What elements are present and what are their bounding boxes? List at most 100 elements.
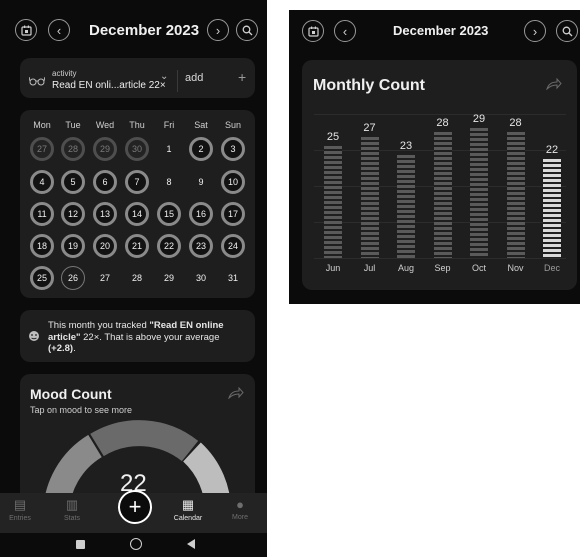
nav-entries[interactable]: ▤ Entries	[0, 497, 40, 522]
add-activity-plus-icon[interactable]: +	[238, 69, 246, 85]
calendar-day-7[interactable]: 7	[125, 170, 149, 194]
calendar-day-16[interactable]: 16	[189, 202, 213, 226]
search-button[interactable]	[556, 20, 578, 42]
monthly-count-chart[interactable]: 25 Jun 27 Jul 23 Aug 28 Sep 29 Oct 28 Nov 22 Dec	[302, 60, 577, 290]
bar-nov[interactable]	[506, 132, 525, 258]
insight-text: This month you tracked "Read EN online a…	[48, 320, 248, 355]
bottom-navigation: ▤ Entries ▥ Stats + ▦ Calendar ● More	[0, 490, 267, 533]
calendar-day-23[interactable]: 23	[189, 234, 213, 258]
weekday-thu: Thu	[129, 120, 145, 130]
nav-calendar[interactable]: ▦ Calendar	[168, 497, 208, 522]
calendar-day-2[interactable]: 2	[189, 137, 213, 161]
insight-delta: (+2.8)	[48, 343, 74, 354]
calendar-day-11[interactable]: 11	[30, 202, 54, 226]
calendar-grid: Mon Tue Wed Thu Fri Sat Sun 27 28 29 30 1 2 3 4 5 6 7 8 9 10…	[20, 110, 255, 298]
bar-aug[interactable]	[397, 154, 415, 258]
insight-post: .	[73, 343, 76, 354]
system-navigation-bar	[0, 533, 267, 557]
calendar-day-24[interactable]: 24	[221, 234, 245, 258]
bar-jul[interactable]	[360, 136, 379, 258]
month-title: December 2023	[89, 22, 200, 39]
nav-stats[interactable]: ▥ Stats	[52, 497, 92, 522]
bar-value-label: 27	[363, 121, 376, 134]
bar-jun[interactable]	[324, 145, 342, 258]
calendar-day-6[interactable]: 6	[93, 170, 117, 194]
calendar-day-13[interactable]: 13	[93, 202, 117, 226]
bar-oct[interactable]	[470, 127, 488, 258]
nav-more[interactable]: ● More	[220, 497, 260, 521]
calendar-day-21[interactable]: 21	[125, 234, 149, 258]
calendar-day-28[interactable]: 28	[125, 266, 149, 290]
today-calendar-icon[interactable]	[15, 19, 37, 41]
calendar-day-14[interactable]: 14	[125, 202, 149, 226]
bar-value-label: 25	[326, 130, 340, 143]
today-calendar-icon[interactable]	[302, 20, 324, 42]
calendar-day-12[interactable]: 12	[61, 202, 85, 226]
calendar-day-1[interactable]: 1	[157, 137, 181, 161]
glasses-icon	[28, 75, 46, 89]
calendar-day-30[interactable]: 30	[189, 266, 213, 290]
add-entry-button[interactable]: +	[118, 490, 152, 524]
x-tick-label: Dec	[543, 263, 560, 273]
prev-month-button[interactable]: ‹	[334, 20, 356, 42]
activity-selector[interactable]: activity Read EN onli...article 22× ⌄ ad…	[20, 58, 255, 98]
calendar-day-17[interactable]: 17	[221, 202, 245, 226]
search-icon	[242, 25, 252, 35]
nav-entries-label: Entries	[9, 515, 31, 522]
calendar-day-27[interactable]: 27	[30, 137, 54, 161]
calendar-day-22[interactable]: 22	[157, 234, 181, 258]
calendar-day-3[interactable]: 3	[221, 137, 245, 161]
calendar-icon: ▦	[181, 497, 195, 512]
calendar-day-27[interactable]: 27	[93, 266, 117, 290]
bar-dec[interactable]	[543, 159, 561, 258]
calendar-day-28[interactable]: 28	[61, 137, 85, 161]
back-icon[interactable]	[187, 539, 195, 549]
prev-month-button[interactable]: ‹	[48, 19, 70, 41]
nav-more-label: More	[232, 514, 248, 521]
x-tick-label: Aug	[397, 263, 414, 273]
chart-gridline	[314, 258, 566, 259]
mood-segment-2	[90, 420, 199, 462]
nav-stats-label: Stats	[64, 515, 80, 522]
chart-gridline	[314, 114, 566, 115]
calendar-day-26[interactable]: 26	[61, 266, 85, 290]
calendar-day-25[interactable]: 25	[30, 266, 54, 290]
calendar-day-10[interactable]: 10	[221, 170, 245, 194]
insight-mood-icon	[28, 329, 40, 347]
calendar-day-18[interactable]: 18	[30, 234, 54, 258]
month-title: December 2023	[393, 23, 489, 38]
recents-icon[interactable]	[76, 540, 85, 549]
left-phone-screen: ‹ December 2023 › activity Read EN onli.…	[0, 0, 267, 557]
bar-sep[interactable]	[433, 132, 452, 258]
bar-value-label: 28	[436, 117, 449, 129]
weekday-fri: Fri	[163, 120, 175, 130]
insight-pre: This month you tracked	[48, 320, 150, 331]
calendar-day-8[interactable]: 8	[157, 170, 181, 194]
bar-value-label: 29	[472, 112, 486, 125]
calendar-day-9[interactable]: 9	[189, 170, 213, 194]
calendar-day-4[interactable]: 4	[30, 170, 54, 194]
calendar-day-19[interactable]: 19	[61, 234, 85, 258]
search-button[interactable]	[236, 19, 258, 41]
calendar-day-29[interactable]: 29	[93, 137, 117, 161]
bar-value-label: 28	[509, 117, 522, 129]
next-month-button[interactable]: ›	[207, 19, 229, 41]
x-tick-label: Oct	[471, 263, 486, 273]
calendar-day-30[interactable]: 30	[125, 137, 149, 161]
add-activity-label[interactable]: add	[185, 72, 203, 84]
calendar-day-31[interactable]: 31	[221, 266, 245, 290]
calendar-day-20[interactable]: 20	[93, 234, 117, 258]
add-icon: +	[128, 494, 142, 519]
right-stats-screen: ‹ December 2023 › Monthly Count 25 Jun 27 J…	[289, 10, 580, 304]
calendar-day-15[interactable]: 15	[157, 202, 181, 226]
weekday-sat: Sat	[194, 120, 208, 130]
monthly-count-card: Monthly Count 25 Jun 27 Jul 23 Aug 28 Sep 29 Oct 2…	[302, 60, 577, 290]
more-icon: ●	[236, 497, 244, 512]
next-month-button[interactable]: ›	[524, 20, 546, 42]
chevron-down-icon[interactable]: ⌄	[160, 71, 168, 82]
calendar-day-29[interactable]: 29	[157, 266, 181, 290]
calendar-day-5[interactable]: 5	[61, 170, 85, 194]
home-icon[interactable]	[130, 538, 142, 550]
divider	[177, 70, 178, 92]
x-tick-label: Jul	[363, 263, 376, 273]
